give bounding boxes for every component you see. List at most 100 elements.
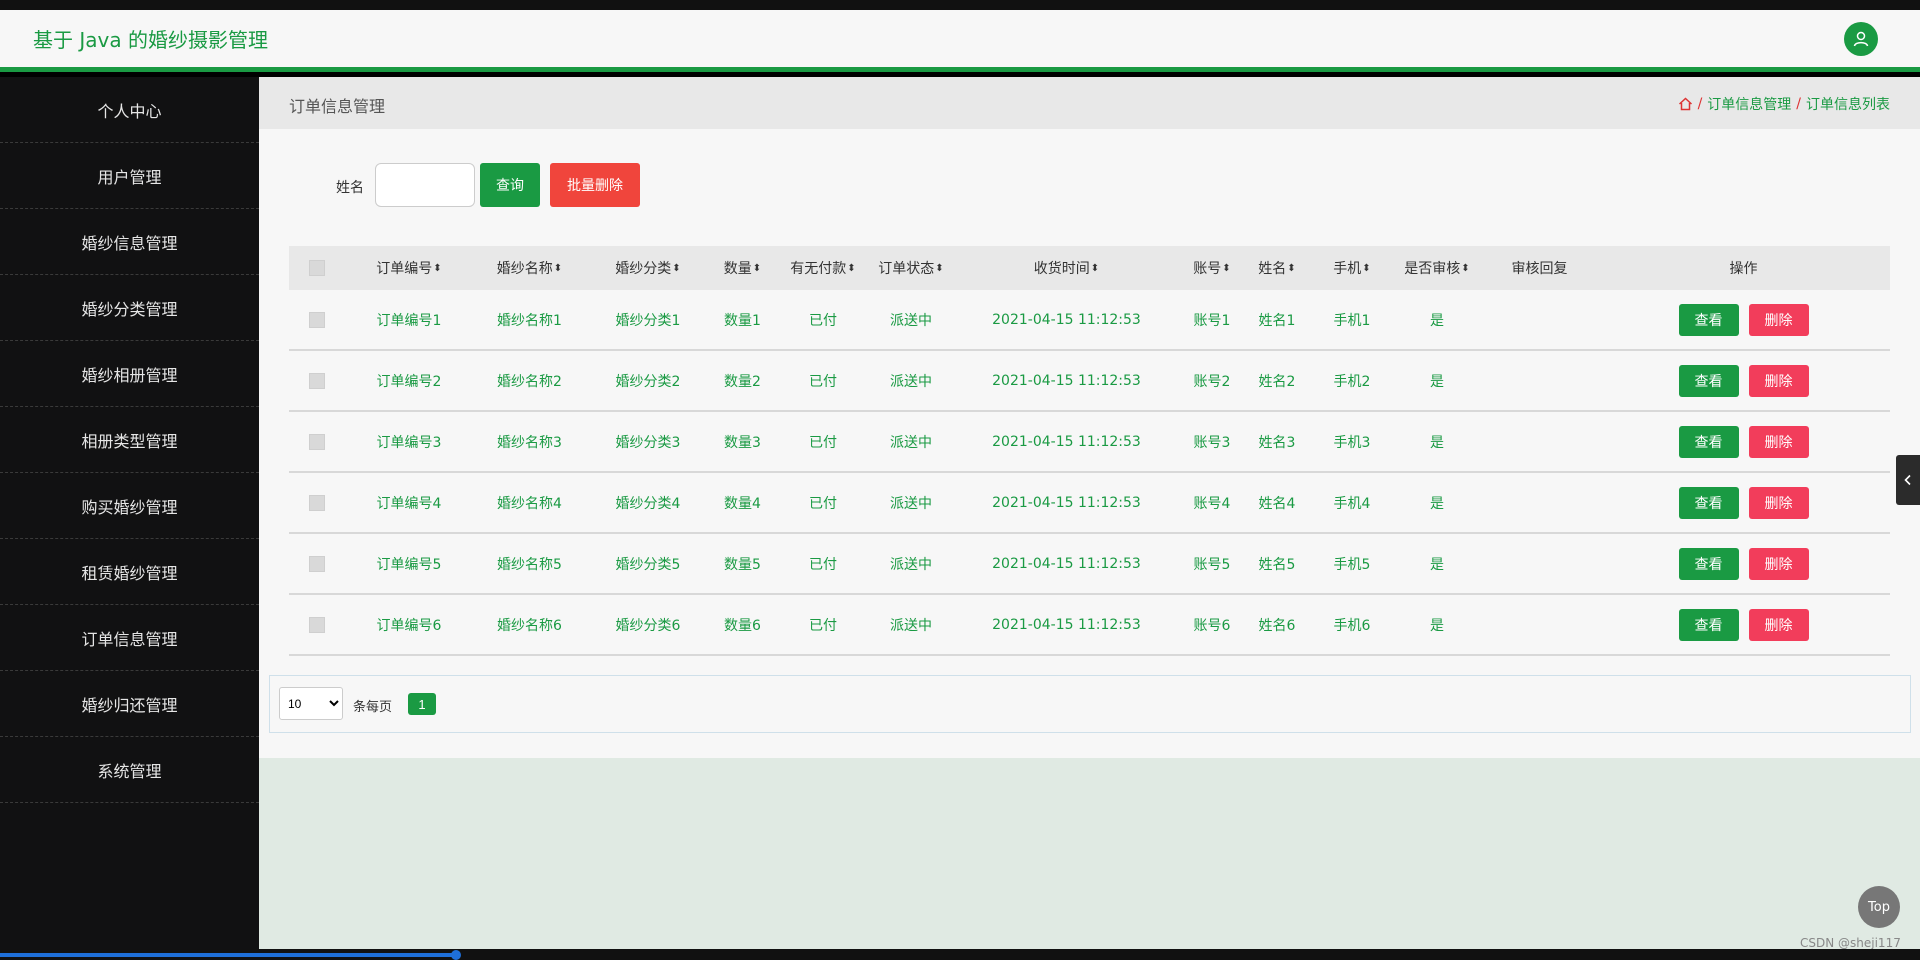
cell-phone: 手机4 — [1333, 495, 1371, 512]
table-body: 订单编号1 婚纱名称1 婚纱分类1 数量1 已付 派送中 2021-04-15 11:12:… — [289, 290, 1890, 656]
select-all-checkbox[interactable] — [309, 260, 325, 276]
header-audited[interactable]: 是否审核 ⬍ — [1392, 246, 1482, 290]
header-quantity[interactable]: 数量 ⬍ — [710, 246, 775, 290]
header-dress-name[interactable]: 婚纱名称 ⬍ — [473, 246, 586, 290]
sidebar-item-10[interactable]: 系统管理 — [0, 737, 259, 803]
table-row: 订单编号2 婚纱名称2 婚纱分类2 数量2 已付 派送中 2021-04-15 11:12:… — [289, 351, 1890, 412]
collapse-panel-button[interactable] — [1896, 455, 1920, 505]
header-paid[interactable]: 有无付款 ⬍ — [775, 246, 871, 290]
cell-paid: 已付 — [809, 495, 837, 512]
cell-order-no: 订单编号5 — [376, 556, 442, 573]
video-progress-bar[interactable] — [0, 953, 455, 957]
name-search-label: 姓名 — [336, 180, 364, 196]
row-actions: 查看 删除 — [1597, 473, 1890, 532]
row-checkbox[interactable] — [309, 555, 325, 572]
view-button[interactable]: 查看 — [1678, 303, 1739, 336]
row-actions: 查看 删除 — [1597, 290, 1890, 349]
view-button[interactable]: 查看 — [1678, 547, 1739, 580]
header-time[interactable]: 收货时间 ⬍ — [951, 246, 1182, 290]
cell-order-no: 订单编号6 — [376, 617, 442, 634]
sidebar-item-8[interactable]: 订单信息管理 — [0, 605, 259, 671]
page-size-select[interactable]: 10 — [279, 687, 343, 720]
cell-audited: 是 — [1430, 617, 1444, 634]
batch-delete-button[interactable]: 批量删除 — [550, 163, 640, 207]
cell-account: 账号6 — [1193, 617, 1231, 634]
page-button-1[interactable]: 1 — [408, 693, 436, 715]
header-phone[interactable]: 手机 ⬍ — [1312, 246, 1392, 290]
sidebar-item-9[interactable]: 婚纱归还管理 — [0, 671, 259, 737]
sort-icon: ⬍ — [672, 262, 681, 274]
name-search-input[interactable] — [375, 163, 475, 207]
sidebar-item-5[interactable]: 相册类型管理 — [0, 407, 259, 473]
table-row: 订单编号6 婚纱名称6 婚纱分类6 数量6 已付 派送中 2021-04-15 11:12:… — [289, 595, 1890, 656]
cell-order-no: 订单编号4 — [376, 495, 442, 512]
table-row: 订单编号1 婚纱名称1 婚纱分类1 数量1 已付 派送中 2021-04-15 11:12:… — [289, 290, 1890, 351]
cell-time: 2021-04-15 11:12:53 — [992, 433, 1141, 450]
header-label: 订单编号 — [376, 261, 433, 277]
video-progress-handle[interactable] — [451, 950, 461, 960]
cell-status: 派送中 — [890, 556, 932, 573]
row-checkbox[interactable] — [309, 372, 325, 389]
row-checkbox-cell — [289, 595, 345, 654]
row-checkbox[interactable] — [309, 494, 325, 511]
header-dress-category[interactable]: 婚纱分类 ⬍ — [586, 246, 710, 290]
sidebar-item-7[interactable]: 租赁婚纱管理 — [0, 539, 259, 605]
sidebar-item-4[interactable]: 婚纱相册管理 — [0, 341, 259, 407]
cell-account: 账号5 — [1193, 556, 1231, 573]
cell-phone: 手机3 — [1333, 434, 1371, 451]
sidebar-item-6[interactable]: 购买婚纱管理 — [0, 473, 259, 539]
home-icon[interactable] — [1678, 97, 1693, 111]
row-checkbox[interactable] — [309, 311, 325, 328]
sidebar-item-1[interactable]: 用户管理 — [0, 143, 259, 209]
header-order-no[interactable]: 订单编号 ⬍ — [345, 246, 473, 290]
sidebar-item-2[interactable]: 婚纱信息管理 — [0, 209, 259, 275]
delete-button[interactable]: 删除 — [1748, 303, 1809, 336]
header-label: 婚纱分类 — [615, 261, 672, 277]
cell-name: 姓名6 — [1258, 617, 1296, 634]
cell-audited: 是 — [1430, 373, 1444, 390]
page-title-bar: 订单信息管理 / 订单信息管理 / 订单信息列表 — [259, 77, 1920, 129]
header-label: 收货时间 — [1033, 261, 1090, 277]
table-row: 订单编号4 婚纱名称4 婚纱分类4 数量4 已付 派送中 2021-04-15 11:12:… — [289, 473, 1890, 534]
cell-time: 2021-04-15 11:12:53 — [992, 555, 1141, 572]
sort-icon: ⬍ — [752, 262, 762, 274]
view-button[interactable]: 查看 — [1678, 364, 1739, 397]
breadcrumb-item-order-management[interactable]: 订单信息管理 — [1707, 94, 1791, 114]
sort-icon: ⬍ — [1222, 262, 1231, 274]
cell-paid: 已付 — [809, 617, 837, 634]
row-checkbox[interactable] — [309, 433, 325, 450]
cell-name: 姓名5 — [1258, 556, 1296, 573]
cell-quantity: 数量1 — [724, 312, 761, 329]
delete-button[interactable]: 删除 — [1748, 364, 1809, 397]
cell-dress-name: 婚纱名称3 — [497, 434, 562, 451]
breadcrumb-item-order-list: 订单信息列表 — [1806, 97, 1890, 113]
view-button[interactable]: 查看 — [1678, 486, 1739, 519]
header-account[interactable]: 账号 ⬍ — [1182, 246, 1242, 290]
delete-button[interactable]: 删除 — [1748, 547, 1809, 580]
delete-button[interactable]: 删除 — [1748, 486, 1809, 519]
delete-button[interactable]: 删除 — [1748, 608, 1809, 641]
view-button[interactable]: 查看 — [1678, 425, 1739, 458]
query-button[interactable]: 查询 — [480, 163, 540, 207]
sort-icon: ⬍ — [935, 262, 944, 274]
row-checkbox[interactable] — [309, 616, 325, 633]
back-to-top-button[interactable]: Top — [1858, 886, 1900, 928]
table-header-row: 订单编号 ⬍ 婚纱名称 ⬍ 婚纱分类 ⬍ 数量 ⬍ 有无付款 ⬍ 订单状态 ⬍ 收货时间 ⬍ … — [289, 246, 1890, 290]
delete-button[interactable]: 删除 — [1748, 425, 1809, 458]
cell-dress-name: 婚纱名称4 — [497, 495, 562, 512]
table-row: 订单编号5 婚纱名称5 婚纱分类5 数量5 已付 派送中 2021-04-15 11:12:… — [289, 534, 1890, 595]
row-actions: 查看 删除 — [1597, 351, 1890, 410]
header-label: 订单状态 — [878, 261, 935, 277]
view-button[interactable]: 查看 — [1678, 608, 1739, 641]
header-name[interactable]: 姓名 ⬍ — [1242, 246, 1312, 290]
sidebar-item-0[interactable]: 个人中心 — [0, 77, 259, 143]
cell-status: 派送中 — [890, 373, 932, 390]
row-checkbox-cell — [289, 412, 345, 471]
sidebar-item-3[interactable]: 婚纱分类管理 — [0, 275, 259, 341]
cell-phone: 手机6 — [1333, 617, 1371, 634]
cell-dress-category: 婚纱分类6 — [615, 617, 681, 634]
cell-audited: 是 — [1430, 312, 1444, 329]
breadcrumb: / 订单信息管理 / 订单信息列表 — [1678, 94, 1890, 114]
user-avatar-button[interactable] — [1844, 22, 1878, 56]
header-status[interactable]: 订单状态 ⬍ — [871, 246, 951, 290]
